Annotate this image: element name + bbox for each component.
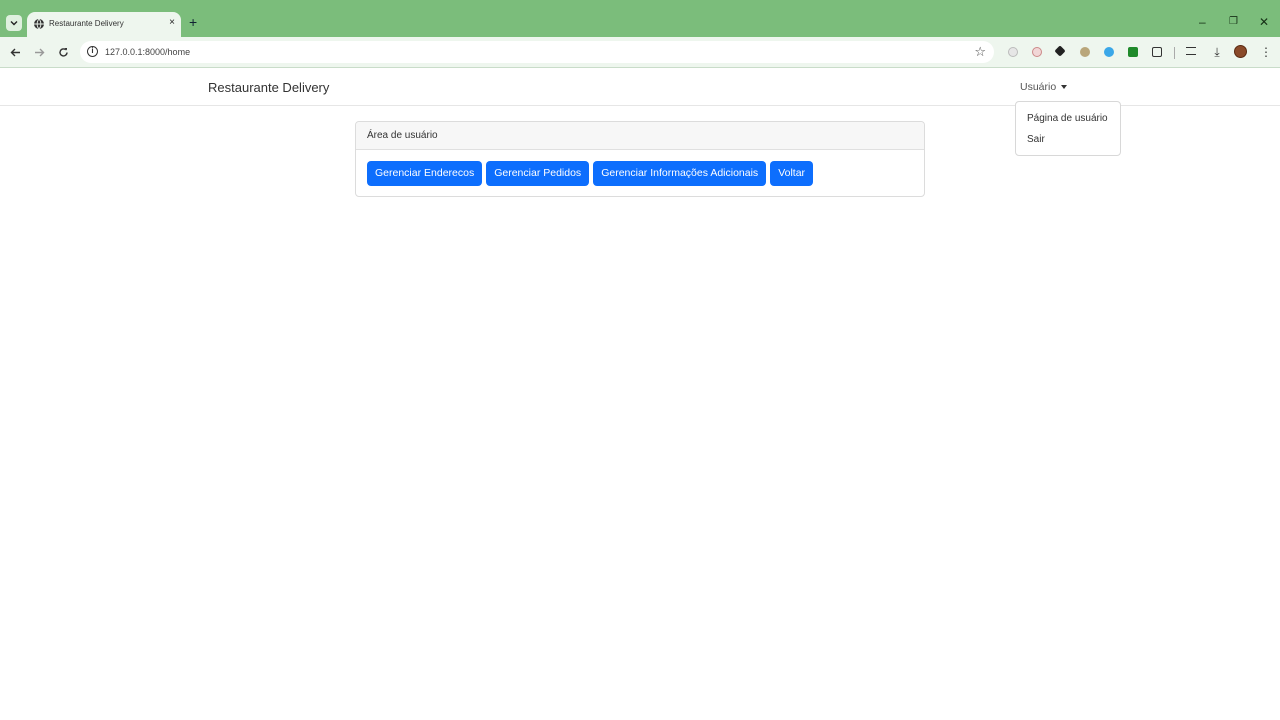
restore-button[interactable]: ❐ bbox=[1229, 14, 1238, 30]
site-info-icon[interactable]: i bbox=[87, 46, 98, 57]
reading-list-icon[interactable] bbox=[1186, 47, 1196, 55]
downloads-icon[interactable]: ⤓ bbox=[1210, 45, 1224, 59]
user-menu-label: Usuário bbox=[1020, 81, 1057, 93]
close-window-button[interactable]: ✕ bbox=[1259, 14, 1269, 30]
reload-icon[interactable] bbox=[56, 45, 70, 59]
address-bar[interactable]: i 127.0.0.1:8000/home ☆ bbox=[80, 41, 994, 63]
user-dropdown-menu: Página de usuário Sair bbox=[1015, 101, 1121, 156]
dropdown-item-user-page[interactable]: Página de usuário bbox=[1027, 113, 1108, 124]
chevron-down-icon bbox=[10, 21, 18, 26]
browser-tabstrip: Restaurante Delivery × + – ❐ ✕ bbox=[0, 0, 1280, 37]
tab-title: Restaurante Delivery bbox=[49, 19, 124, 28]
back-button[interactable]: Voltar bbox=[770, 161, 814, 186]
action-buttons: Gerenciar Enderecos Gerenciar Pedidos Ge… bbox=[367, 161, 814, 186]
tab-search-button[interactable] bbox=[6, 15, 22, 31]
browser-tab-active[interactable]: Restaurante Delivery × bbox=[27, 12, 181, 37]
eyedropper-icon[interactable] bbox=[1054, 45, 1066, 57]
profile-avatar[interactable] bbox=[1234, 45, 1247, 58]
forward-arrow-icon[interactable] bbox=[32, 45, 46, 59]
dropdown-item-logout[interactable]: Sair bbox=[1027, 134, 1045, 145]
navbar-brand[interactable]: Restaurante Delivery bbox=[208, 80, 329, 95]
puzzle-extensions-icon[interactable] bbox=[1152, 47, 1162, 57]
card-header: Área de usuário bbox=[356, 122, 924, 150]
extension-icon-1[interactable] bbox=[1008, 47, 1018, 57]
extension-icon-4[interactable] bbox=[1080, 47, 1090, 57]
user-area-card: Área de usuário Gerenciar Enderecos Gere… bbox=[355, 121, 925, 197]
url-text[interactable]: 127.0.0.1:8000/home bbox=[105, 47, 190, 57]
tab-close-icon[interactable]: × bbox=[169, 17, 175, 29]
extension-icon-5[interactable] bbox=[1104, 47, 1114, 57]
extension-icon-2[interactable] bbox=[1032, 47, 1042, 57]
manage-additional-info-button[interactable]: Gerenciar Informações Adicionais bbox=[593, 161, 767, 186]
globe-icon bbox=[34, 18, 44, 30]
toolbar-separator bbox=[1174, 47, 1175, 59]
user-menu-toggle[interactable]: Usuário bbox=[1020, 81, 1068, 93]
download-extension-icon[interactable] bbox=[1128, 47, 1138, 57]
bookmark-star-icon[interactable]: ☆ bbox=[974, 44, 986, 60]
new-tab-button[interactable]: + bbox=[189, 14, 197, 30]
kebab-menu-icon[interactable]: ⋮ bbox=[1259, 45, 1273, 59]
browser-toolbar: i 127.0.0.1:8000/home ☆ ⤓ ⋮ bbox=[0, 37, 1280, 68]
manage-orders-button[interactable]: Gerenciar Pedidos bbox=[486, 161, 590, 186]
back-arrow-icon[interactable] bbox=[8, 45, 22, 59]
minimize-button[interactable]: – bbox=[1199, 14, 1206, 30]
manage-addresses-button[interactable]: Gerenciar Enderecos bbox=[367, 161, 483, 186]
caret-down-icon bbox=[1061, 85, 1068, 89]
